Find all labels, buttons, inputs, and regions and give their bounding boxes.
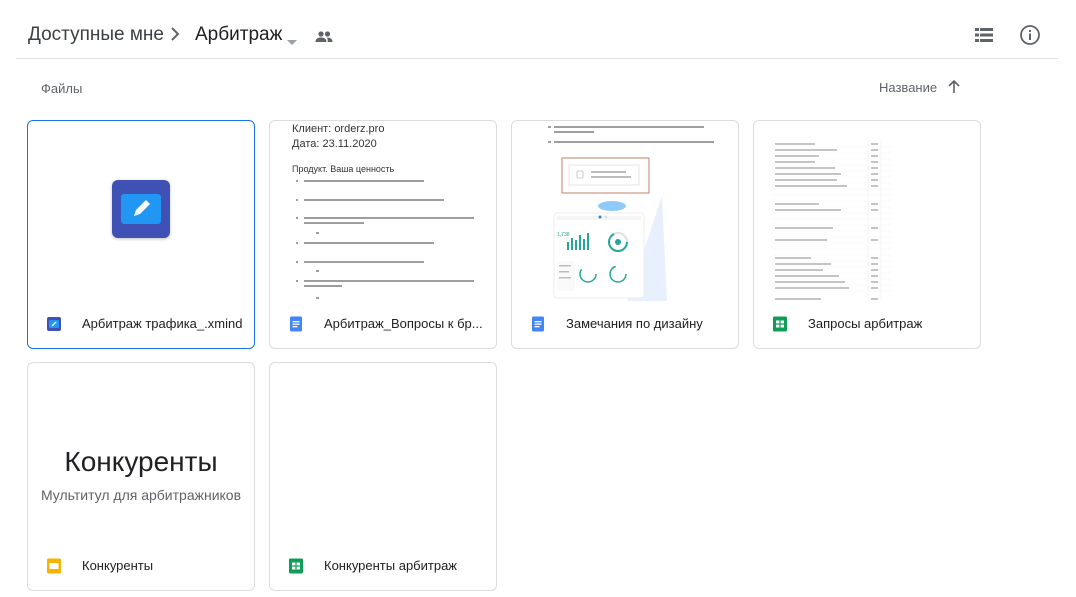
file-thumbnail: Клиент: orderz.pro Дата: 23.11.2020 Прод… bbox=[270, 121, 496, 301]
shared-people-icon[interactable] bbox=[315, 30, 333, 48]
file-thumbnail bbox=[28, 121, 254, 301]
svg-text:1,738: 1,738 bbox=[557, 232, 570, 238]
file-card-footer: Запросы арбитраж bbox=[754, 301, 980, 348]
slides-icon bbox=[46, 558, 62, 574]
file-name: Замечания по дизайну bbox=[566, 316, 703, 331]
file-card-slides-competitors[interactable]: Конкуренты Мультитул для арбитражников К… bbox=[27, 362, 255, 591]
breadcrumb-root[interactable]: Доступные мне bbox=[28, 22, 164, 48]
file-card-footer: Арбитраж_Вопросы к бр... bbox=[270, 301, 496, 348]
chevron-right-icon bbox=[168, 27, 182, 46]
sheet-preview-graphic bbox=[773, 141, 891, 301]
doc-preview-line: Клиент: orderz.pro bbox=[292, 123, 385, 135]
sheets-icon bbox=[288, 558, 304, 574]
sort-ascending-arrow-icon[interactable] bbox=[946, 79, 962, 100]
file-card-sheet-competitors[interactable]: Конкуренты арбитраж bbox=[269, 362, 497, 591]
file-card-footer: Конкуренты арбитраж bbox=[270, 543, 496, 590]
file-name: Конкуренты арбитраж bbox=[324, 558, 457, 573]
doc-preview-line: Дата: 23.11.2020 bbox=[292, 138, 377, 150]
section-title-files: Файлы bbox=[41, 81, 83, 96]
header-divider bbox=[16, 58, 1058, 59]
slide-preview-title: Конкуренты bbox=[64, 446, 218, 477]
xmind-icon bbox=[46, 316, 62, 332]
list-view-icon[interactable] bbox=[973, 24, 995, 51]
xmind-large-icon bbox=[112, 180, 170, 238]
file-thumbnail bbox=[754, 121, 980, 301]
docs-icon bbox=[288, 316, 304, 332]
breadcrumb-current[interactable]: Арбитраж bbox=[195, 22, 282, 48]
caret-down-icon[interactable] bbox=[287, 33, 297, 51]
sheets-icon bbox=[772, 316, 788, 332]
design-doc-preview-graphic: 1,738 bbox=[548, 126, 714, 301]
docs-icon bbox=[530, 316, 546, 332]
file-name: Арбитраж трафика_.xmind bbox=[82, 316, 243, 331]
header: Доступные мне Арбитраж bbox=[0, 0, 1076, 60]
info-icon[interactable] bbox=[1019, 24, 1041, 51]
file-thumbnail bbox=[270, 363, 496, 543]
file-card-footer: Замечания по дизайну bbox=[512, 301, 738, 348]
file-name: Арбитраж_Вопросы к бр... bbox=[324, 316, 483, 331]
doc-preview-line: Продукт. Ваша ценность bbox=[292, 164, 395, 174]
file-card-doc-questions[interactable]: Клиент: orderz.pro Дата: 23.11.2020 Прод… bbox=[269, 120, 497, 349]
file-thumbnail: Конкуренты Мультитул для арбитражников bbox=[28, 363, 254, 543]
file-card-footer: Конкуренты bbox=[28, 543, 254, 590]
file-card-footer: Арбитраж трафика_.xmind bbox=[28, 301, 254, 348]
file-name: Конкуренты bbox=[82, 558, 154, 573]
doc-preview-lines bbox=[296, 180, 474, 299]
file-card-sheet-queries[interactable]: Запросы арбитраж bbox=[753, 120, 981, 349]
file-card-doc-design[interactable]: 1,738 Замечания по дизайну bbox=[511, 120, 739, 349]
slide-preview-subtitle: Мультитул для арбитражников bbox=[40, 487, 242, 503]
file-card-xmind[interactable]: Арбитраж трафика_.xmind bbox=[27, 120, 255, 349]
sort-by-name-button[interactable]: Название bbox=[879, 80, 937, 96]
file-thumbnail: 1,738 bbox=[512, 121, 738, 301]
file-name: Запросы арбитраж bbox=[808, 316, 923, 331]
